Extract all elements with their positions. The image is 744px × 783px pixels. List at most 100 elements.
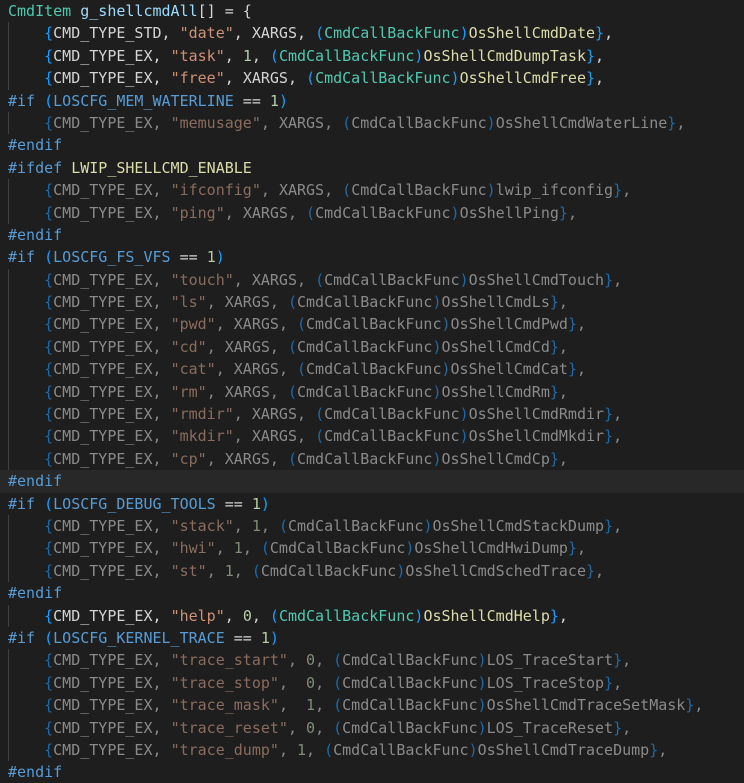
- code-token: ): [432, 337, 442, 356]
- code-token: XARGS: [251, 427, 297, 446]
- code-line[interactable]: #if (LOSCFG_KERNEL_TRACE == 1): [0, 627, 744, 649]
- code-token: }: [604, 405, 614, 424]
- code-token: CMD_TYPE_EX: [53, 69, 153, 88]
- code-line[interactable]: {CMD_TYPE_EX, "mkdir", XARGS, (CmdCallBa…: [0, 425, 744, 449]
- code-token: ): [477, 696, 487, 715]
- code-token: 1: [260, 628, 270, 647]
- code-token: ): [459, 427, 469, 446]
- code-token: ,: [152, 606, 171, 625]
- code-token: ,: [260, 113, 279, 132]
- code-token: ): [486, 113, 496, 132]
- code-line[interactable]: #endif: [0, 470, 744, 493]
- code-token: ,: [287, 203, 307, 222]
- code-token: ): [459, 270, 469, 289]
- code-token: ,: [242, 539, 261, 558]
- code-line[interactable]: {CMD_TYPE_EX, "stack", 1, (CmdCallBackFu…: [0, 514, 744, 538]
- code-token: OsShellCmdSchedTrace: [405, 561, 586, 580]
- code-line[interactable]: #if (LOSCFG_DEBUG_TOOLS == 1): [0, 493, 744, 515]
- code-token: ,: [278, 740, 297, 759]
- code-token: OsShellPing: [459, 203, 559, 222]
- code-line[interactable]: {CMD_TYPE_EX, "cat", XARGS, (CmdCallBack…: [0, 358, 744, 382]
- code-token: XARGS: [242, 203, 288, 222]
- code-line[interactable]: {CMD_TYPE_STD, "date", XARGS, (CmdCallBa…: [0, 22, 744, 46]
- code-token: OsShellCmdDumpTask: [423, 46, 586, 65]
- code-line[interactable]: #endif: [0, 761, 744, 783]
- code-token: CMD_TYPE_EX: [53, 360, 153, 379]
- code-line[interactable]: {CMD_TYPE_EX, "cp", XARGS, (CmdCallBackF…: [0, 447, 744, 471]
- code-token: CMD_TYPE_EX: [53, 427, 153, 446]
- code-token: ,: [206, 449, 225, 468]
- code-line[interactable]: {CMD_TYPE_EX, "ls", XARGS, (CmdCallBackF…: [0, 291, 744, 314]
- code-token: ,: [269, 337, 288, 356]
- code-token: "trace_dump": [170, 740, 279, 759]
- code-token: ,: [251, 46, 270, 65]
- code-line[interactable]: {CMD_TYPE_EX, "ifconfig", XARGS, (CmdCal…: [0, 179, 744, 202]
- code-token: 1: [224, 561, 234, 580]
- code-token: ): [477, 718, 487, 737]
- code-line[interactable]: {CMD_TYPE_EX, "trace_stop", 0, (CmdCallB…: [0, 671, 744, 695]
- code-token: CMD_TYPE_EX: [53, 673, 153, 692]
- code-token: "hwi": [170, 539, 216, 558]
- code-line[interactable]: #endif: [0, 224, 744, 246]
- code-line[interactable]: {CMD_TYPE_EX, "memusage", XARGS, (CmdCal…: [0, 111, 744, 135]
- code-line[interactable]: {CMD_TYPE_EX, "rm", XARGS, (CmdCallBackF…: [0, 380, 744, 404]
- code-line[interactable]: #endif: [0, 134, 744, 156]
- code-line[interactable]: {CMD_TYPE_EX, "task", 1, (CmdCallBackFun…: [0, 44, 744, 68]
- code-token: ,: [152, 561, 171, 580]
- code-line[interactable]: {CMD_TYPE_EX, "trace_dump", 1, (CmdCallB…: [0, 738, 744, 762]
- code-line[interactable]: {CMD_TYPE_EX, "free", XARGS, (CmdCallBac…: [0, 67, 744, 90]
- code-token: }: [667, 113, 677, 132]
- code-line[interactable]: {CMD_TYPE_EX, "st", 1, (CmdCallBackFunc)…: [0, 559, 744, 583]
- code-line[interactable]: {CMD_TYPE_EX, "hwi", 1, (CmdCallBackFunc…: [0, 537, 744, 561]
- code-token: (: [287, 293, 297, 312]
- code-token: }: [549, 337, 559, 356]
- code-line[interactable]: {CMD_TYPE_EX, "touch", XARGS, (CmdCallBa…: [0, 268, 744, 292]
- code-token: (: [315, 24, 325, 43]
- code-line[interactable]: {CMD_TYPE_EX, "help", 0, (CmdCallBackFun…: [0, 604, 744, 628]
- code-token: CmdCallBackFunc: [297, 449, 433, 468]
- code-token: }: [567, 315, 577, 334]
- code-editor[interactable]: CmdItem g_shellcmdAll[] = { {CMD_TYPE_ST…: [0, 0, 744, 783]
- code-token: 1: [269, 91, 279, 110]
- code-line[interactable]: {CMD_TYPE_EX, "trace_mask", 1, (CmdCallB…: [0, 694, 744, 717]
- code-line[interactable]: #if (LOSCFG_MEM_WATERLINE == 1): [0, 90, 744, 112]
- code-line[interactable]: #if (LOSCFG_FS_VFS == 1): [0, 246, 744, 268]
- code-token: ): [477, 673, 487, 692]
- code-token: {: [44, 673, 54, 692]
- code-line[interactable]: {CMD_TYPE_EX, "trace_start", 0, (CmdCall…: [0, 649, 744, 673]
- code-line[interactable]: {CMD_TYPE_EX, "cd", XARGS, (CmdCallBackF…: [0, 335, 744, 359]
- code-line[interactable]: #endif: [0, 582, 744, 604]
- code-line[interactable]: #ifdef LWIP_SHELLCMD_ENABLE: [0, 157, 744, 179]
- code-token: ,: [233, 427, 252, 446]
- code-token: {: [44, 696, 54, 715]
- code-token: "rm": [170, 382, 207, 401]
- code-token: OsShellCmdRmdir: [468, 405, 605, 424]
- code-line[interactable]: {CMD_TYPE_EX, "pwd", XARGS, (CmdCallBack…: [0, 313, 744, 337]
- code-token: OsShellCmdCd: [441, 337, 550, 356]
- code-line[interactable]: {CMD_TYPE_EX, "ping", XARGS, (CmdCallBac…: [0, 201, 744, 225]
- code-token: OsShellCmdDate: [468, 24, 596, 43]
- code-token: LOS_TraceStop: [486, 673, 605, 692]
- code-line[interactable]: CmdItem g_shellcmdAll[] = {: [0, 0, 744, 22]
- code-token: ,: [152, 293, 171, 312]
- code-token: (: [44, 494, 54, 513]
- code-token: #if: [8, 91, 36, 110]
- code-token: CMD_TYPE_EX: [53, 696, 153, 715]
- code-line[interactable]: {CMD_TYPE_EX, "rmdir", XARGS, (CmdCallBa…: [0, 403, 744, 426]
- code-token: CmdCallBackFunc: [342, 673, 478, 692]
- code-token: ,: [152, 696, 171, 715]
- code-token: "help": [170, 606, 225, 625]
- code-line[interactable]: {CMD_TYPE_EX, "trace_reset", 0, (CmdCall…: [0, 716, 744, 740]
- code-token: ,: [622, 181, 632, 200]
- code-token: ,: [576, 315, 586, 334]
- code-token: ,: [613, 405, 623, 424]
- code-token: OsShellCmdHwiDump: [414, 539, 568, 558]
